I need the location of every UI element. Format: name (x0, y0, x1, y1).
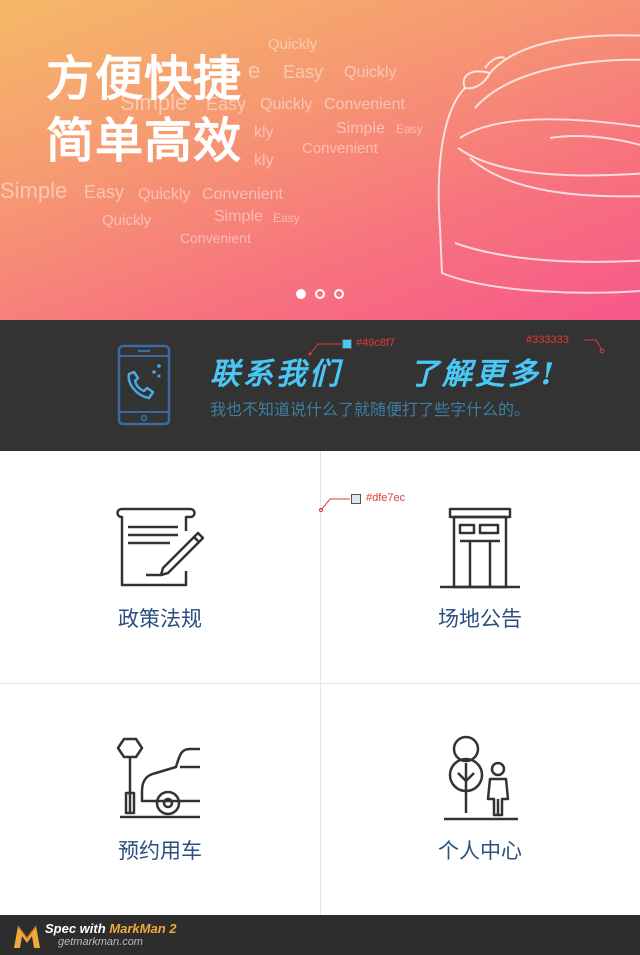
bg-word: Convenient (202, 186, 283, 203)
grid-item-label: 预约用车 (118, 839, 202, 863)
notice-kiosk-icon (440, 507, 520, 589)
contact-subtitle: 我也不知道说什么了就随便打了些字什么的。 (210, 400, 531, 419)
bg-word: Convenient (324, 96, 405, 113)
contact-title[interactable]: 联系我们 了解更多! (210, 349, 557, 393)
grid-item-label: 个人中心 (438, 839, 522, 863)
bg-word: e (248, 58, 261, 83)
contact-title-part2: 了解更多! (408, 357, 558, 392)
carousel-dots (0, 289, 640, 299)
grid-item-profile[interactable]: 个人中心 (320, 683, 640, 915)
bg-word: Quickly (102, 212, 152, 229)
spec-swatch-divider (351, 494, 361, 504)
car-outline-icon (437, 34, 640, 294)
contact-title-part1: 联系我们 (210, 357, 342, 392)
carousel-dot-1[interactable] (296, 289, 306, 299)
document-pen-icon (116, 507, 205, 587)
markman-url[interactable]: getmarkman.com (58, 936, 143, 948)
spec-label-divider-color: #dfe7ec (366, 492, 406, 504)
spec-with-text: Spec with (45, 921, 106, 936)
spec-pointer-2 (584, 339, 605, 354)
spec-pointer-1 (308, 343, 342, 356)
grid-item-label: 政策法规 (118, 607, 202, 631)
bg-word: Simple (336, 120, 385, 137)
grid-item-booking[interactable]: 预约用车 (0, 683, 320, 915)
bg-word: Simple (214, 208, 263, 225)
markman-logo-icon (14, 925, 40, 948)
person-tree-icon (444, 735, 518, 821)
markman-spec-text: Spec with MarkMan 2 (45, 921, 177, 936)
carousel-dot-3[interactable] (334, 289, 344, 299)
car-parking-icon (116, 737, 200, 819)
grid-item-policy[interactable]: 政策法规 (0, 451, 320, 683)
banner-headline: 方便快捷 简单高效 (46, 48, 242, 172)
hero-banner[interactable]: Quickly Easy Quickly Simple Easy Quickly… (0, 0, 640, 320)
bg-word: Convenient (180, 230, 251, 246)
phone-call-icon (117, 344, 171, 426)
bg-word: Quickly (260, 96, 313, 113)
bg-word: kly (254, 152, 274, 169)
grid-item-label: 场地公告 (438, 607, 522, 631)
bg-word: Simple (0, 178, 68, 203)
spec-label-bg-color: #333333 (526, 334, 569, 346)
feature-grid: 政策法规 场地公告 预约用车 个人中心 (0, 451, 640, 915)
grid-item-notice[interactable]: 场地公告 (320, 451, 640, 683)
carousel-dot-2[interactable] (315, 289, 325, 299)
bg-word: Easy (84, 182, 125, 202)
bg-word: Easy (283, 62, 324, 82)
spec-label-title-color: #49c8f7 (356, 337, 396, 349)
headline-line-2: 简单高效 (46, 113, 243, 169)
bg-word: Easy (396, 122, 423, 136)
bg-word: Convenient (302, 140, 378, 157)
bg-word: Easy (273, 211, 300, 225)
bg-word: Quickly (138, 186, 191, 203)
bg-word: Quickly (344, 64, 397, 81)
bg-word: Quickly (268, 36, 318, 53)
spec-pointer-3 (318, 498, 350, 513)
headline-line-1: 方便快捷 (46, 51, 243, 107)
markman-brand-text: MarkMan 2 (109, 921, 177, 936)
bg-word: kly (254, 124, 274, 141)
